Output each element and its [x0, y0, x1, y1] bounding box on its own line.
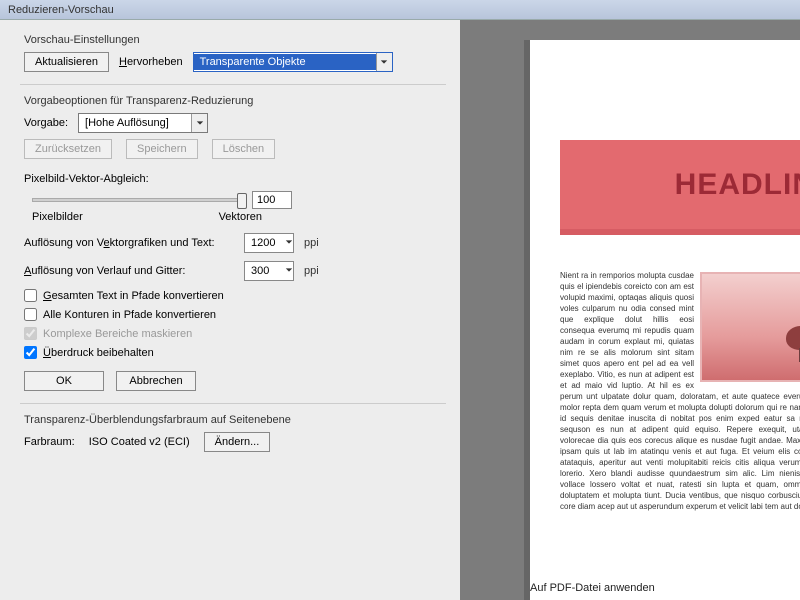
- chevron-down-icon: [285, 265, 293, 277]
- cb-strokes-to-paths-label: Alle Konturen in Pfade konvertieren: [43, 309, 216, 321]
- vector-label: Vektoren: [219, 211, 262, 223]
- preview-caption: Auf PDF-Datei anwenden: [530, 582, 655, 594]
- cb-clip-complex: [24, 327, 37, 340]
- cb-preserve-overprint-label: Überdruck beibehalten: [43, 347, 154, 359]
- chevron-down-icon: [285, 237, 293, 249]
- highlight-select[interactable]: Transparente Objekte: [193, 52, 393, 72]
- delete-button: Löschen: [212, 139, 276, 159]
- refresh-button[interactable]: Aktualisieren: [24, 52, 109, 72]
- gradient-res-select[interactable]: 300: [244, 261, 294, 281]
- preview-image: [700, 272, 800, 382]
- colorspace-label: Farbraum:: [24, 436, 75, 448]
- vector-res-select[interactable]: 1200: [244, 233, 294, 253]
- section-preset-label: Vorgabeoptionen für Transparenz-Reduzier…: [24, 95, 442, 107]
- balance-slider[interactable]: [32, 198, 242, 202]
- save-button: Speichern: [126, 139, 198, 159]
- unit-ppi: ppi: [304, 265, 319, 277]
- slider-thumb[interactable]: [237, 193, 247, 209]
- highlight-label: Hervorheben: [119, 56, 183, 68]
- vector-res-label: Auflösung von Vektorgrafiken und Text:: [24, 237, 244, 249]
- titlebar: Reduzieren-Vorschau: [0, 0, 800, 20]
- balance-value[interactable]: 100: [252, 191, 292, 209]
- tree-icon: [786, 324, 800, 362]
- cb-text-to-paths[interactable]: [24, 289, 37, 302]
- headline-text: HEADLINE: [675, 168, 800, 202]
- preview-pane: HEADLINE Nient ra in remporios molupta c…: [460, 20, 800, 600]
- settings-panel: Vorschau-Einstellungen Aktualisieren Her…: [0, 20, 460, 600]
- slider-label: Pixelbild-Vektor-Abgleich:: [24, 173, 442, 185]
- chevron-down-icon: [191, 114, 207, 132]
- preview-page: HEADLINE Nient ra in remporios molupta c…: [530, 40, 800, 600]
- reset-button: Zurücksetzen: [24, 139, 112, 159]
- preset-select[interactable]: [Hohe Auflösung]: [78, 113, 208, 133]
- ok-button[interactable]: OK: [24, 371, 104, 391]
- gradient-res-label: Auflösung von Verlauf und Gitter:: [24, 265, 244, 277]
- pixel-label: Pixelbilder: [32, 211, 83, 223]
- cancel-button[interactable]: Abbrechen: [116, 371, 196, 391]
- preset-label: Vorgabe:: [24, 117, 68, 129]
- chevron-down-icon: [376, 53, 392, 71]
- change-button[interactable]: Ändern...: [204, 432, 271, 452]
- cb-clip-complex-label: Komplexe Bereiche maskieren: [43, 328, 192, 340]
- headline-box: HEADLINE: [560, 140, 800, 230]
- section-preview-label: Vorschau-Einstellungen: [24, 34, 442, 46]
- cb-preserve-overprint[interactable]: [24, 346, 37, 359]
- section-blend-label: Transparenz-Überblendungsfarbraum auf Se…: [24, 414, 442, 426]
- cb-text-to-paths-label: Gesamten Text in Pfade konvertieren: [43, 290, 224, 302]
- cb-strokes-to-paths[interactable]: [24, 308, 37, 321]
- colorspace-value: ISO Coated v2 (ECI): [89, 436, 190, 448]
- body-text: Nient ra in remporios molupta cusdae qui…: [560, 270, 800, 512]
- unit-ppi: ppi: [304, 237, 319, 249]
